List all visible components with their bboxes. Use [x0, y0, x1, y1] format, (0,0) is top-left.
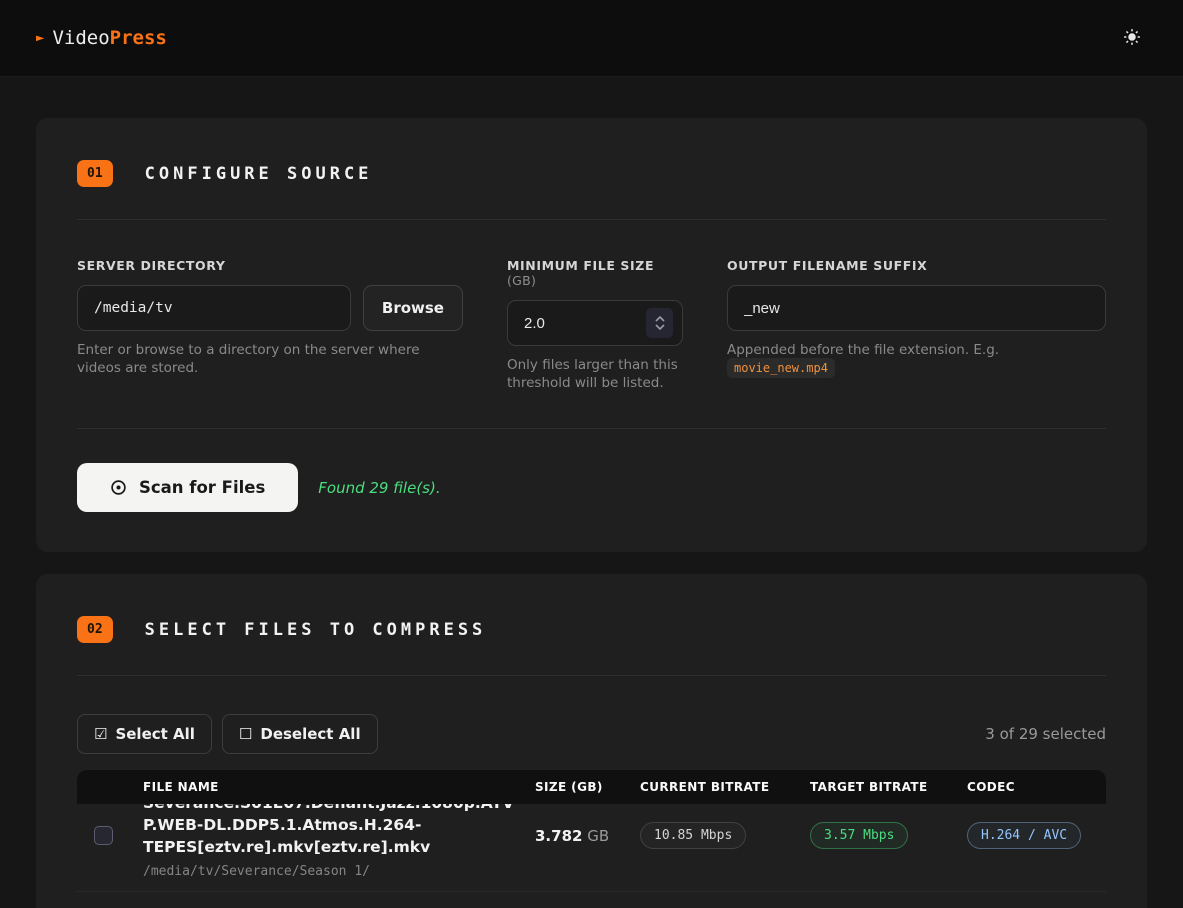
select-files-card: 02 SELECT FILES TO COMPRESS ☑ Select All… — [36, 574, 1147, 908]
file-size-unit: GB — [587, 827, 609, 845]
scan-divider — [77, 428, 1106, 429]
logo-text-video: Video — [52, 27, 109, 49]
selection-toolbar: ☑ Select All ☐ Deselect All 3 of 29 sele… — [77, 714, 1106, 754]
file-name: Severance.S01E04.The.You.You.Are.1080p.A… — [143, 904, 535, 908]
step1-badge: 01 — [77, 160, 113, 187]
server-directory-help: Enter or browse to a directory on the se… — [77, 342, 463, 377]
row-checkbox[interactable] — [94, 826, 113, 845]
col-current-bitrate: CURRENT BITRATE — [640, 780, 810, 794]
min-file-size-field-group: MINIMUM FILE SIZE (GB) Only files larger… — [507, 258, 683, 392]
deselect-all-button[interactable]: ☐ Deselect All — [222, 714, 378, 754]
select-all-button[interactable]: ☑ Select All — [77, 714, 212, 754]
top-bar: ► VideoPress — [0, 0, 1183, 77]
step2-divider — [77, 675, 1106, 676]
min-file-size-label: MINIMUM FILE SIZE (GB) — [507, 258, 683, 288]
codec-badge: H.264 / AVC — [967, 822, 1081, 849]
configure-source-card: 01 CONFIGURE SOURCE SERVER DIRECTORY Bro… — [36, 118, 1147, 552]
chevron-up-icon — [655, 316, 665, 322]
file-path: /media/tv/Severance/Season 1/ — [143, 864, 535, 879]
scan-row: Scan for Files Found 29 file(s). — [77, 446, 1106, 512]
col-codec: CODEC — [967, 780, 1106, 794]
suffix-label: OUTPUT FILENAME SUFFIX — [727, 258, 1106, 273]
scan-for-files-button[interactable]: Scan for Files — [77, 463, 298, 512]
min-file-size-unit: (GB) — [507, 273, 536, 288]
table-row: Severance.S01E04.The.You.You.Are.1080p.A… — [77, 892, 1106, 908]
current-bitrate-badge: 10.85 Mbps — [640, 822, 746, 849]
number-stepper[interactable] — [646, 308, 673, 338]
server-directory-label: SERVER DIRECTORY — [77, 258, 463, 273]
min-file-size-help: Only files larger than this threshold wi… — [507, 357, 683, 392]
step2-title: SELECT FILES TO COMPRESS — [145, 620, 487, 640]
step1-header: 01 CONFIGURE SOURCE — [77, 158, 1106, 201]
logo-arrow-icon: ► — [36, 30, 44, 46]
sun-icon — [1123, 28, 1141, 49]
empty-box-icon: ☐ — [239, 725, 252, 743]
selected-summary: 3 of 29 selected — [985, 725, 1106, 743]
file-table: FILE NAME SIZE (GB) CURRENT BITRATE TARG… — [77, 770, 1106, 908]
server-directory-input[interactable] — [77, 285, 351, 331]
suffix-field-group: OUTPUT FILENAME SUFFIX Appended before t… — [727, 258, 1106, 392]
logo-text-press: Press — [110, 27, 167, 49]
app-logo: ► VideoPress — [36, 27, 167, 49]
col-target-bitrate: TARGET BITRATE — [810, 780, 967, 794]
file-table-header: FILE NAME SIZE (GB) CURRENT BITRATE TARG… — [77, 770, 1106, 804]
file-size: 3.782 — [535, 827, 582, 845]
browse-button[interactable]: Browse — [363, 285, 463, 331]
suffix-help: Appended before the file extension. E.g.… — [727, 342, 1106, 377]
col-file-name: FILE NAME — [143, 780, 535, 794]
checked-box-icon: ☑ — [94, 725, 107, 743]
source-form: SERVER DIRECTORY Browse Enter or browse … — [77, 258, 1106, 392]
server-directory-field-group: SERVER DIRECTORY Browse Enter or browse … — [77, 258, 463, 392]
theme-toggle-button[interactable] — [1117, 22, 1147, 55]
scan-target-icon — [110, 479, 127, 496]
scan-result-text: Found 29 file(s). — [318, 479, 440, 497]
main-content: 01 CONFIGURE SOURCE SERVER DIRECTORY Bro… — [0, 77, 1183, 908]
step1-divider — [77, 219, 1106, 220]
suffix-example-code: movie_new.mp4 — [727, 358, 835, 378]
suffix-input[interactable] — [727, 285, 1106, 331]
col-size: SIZE (GB) — [535, 780, 640, 794]
step2-badge: 02 — [77, 616, 113, 643]
chevron-down-icon — [655, 324, 665, 330]
step2-header: 02 SELECT FILES TO COMPRESS — [77, 614, 1106, 657]
step1-title: CONFIGURE SOURCE — [145, 164, 373, 184]
target-bitrate-badge: 3.57 Mbps — [810, 822, 908, 849]
